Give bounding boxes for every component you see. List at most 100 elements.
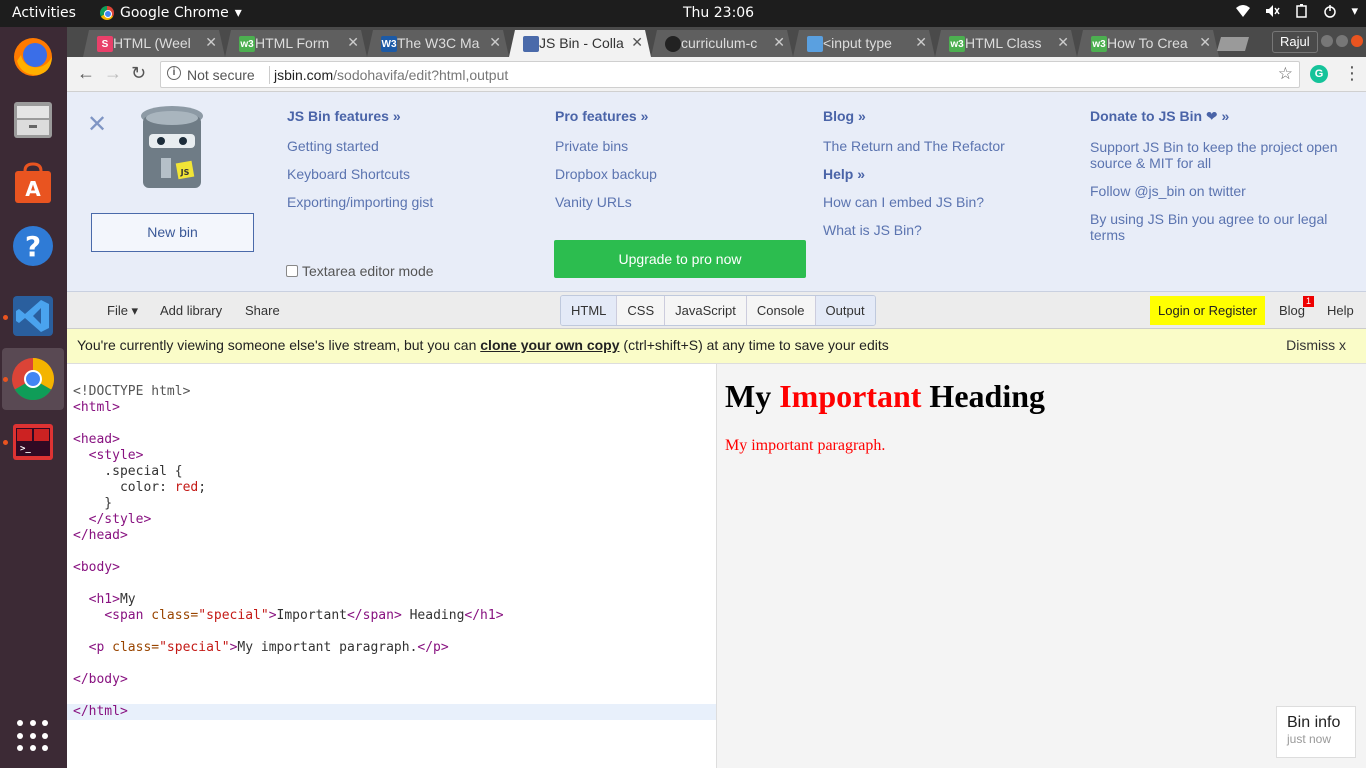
exporting-gist-link[interactable]: Exporting/importing gist: [287, 194, 433, 210]
url-text[interactable]: jsbin.com/sodohavifa/edit?html,output: [274, 67, 508, 83]
textarea-mode-checkbox[interactable]: [286, 265, 298, 277]
new-tab-button[interactable]: [1217, 37, 1249, 51]
new-bin-button[interactable]: New bin: [91, 213, 254, 252]
donate-heading[interactable]: Donate to JS Bin ❤ »: [1090, 108, 1340, 125]
share-button[interactable]: Share: [245, 303, 280, 318]
forward-icon[interactable]: →: [104, 63, 122, 84]
embed-help-link[interactable]: How can I embed JS Bin?: [823, 194, 1005, 210]
url-path: /sodohavifa/edit?html,output: [333, 67, 509, 83]
running-indicator: [3, 377, 8, 382]
clone-copy-link[interactable]: clone your own copy: [480, 337, 619, 353]
chrome-dock-icon[interactable]: [10, 356, 56, 402]
css-panel-toggle[interactable]: CSS: [617, 296, 666, 325]
battery-icon: [1295, 4, 1309, 22]
help-heading[interactable]: Help »: [823, 166, 1005, 182]
keyboard-shortcuts-link[interactable]: Keyboard Shortcuts: [287, 166, 433, 182]
code-line: </head>: [73, 528, 128, 543]
running-indicator: [3, 315, 8, 320]
jsbin-favicon-icon: [523, 36, 539, 52]
close-icon[interactable]: ✕: [205, 34, 217, 51]
software-center-icon[interactable]: A: [10, 160, 56, 206]
output-pane[interactable]: My Important Heading My important paragr…: [717, 364, 1366, 768]
browser-tab-bar: S HTML (Weel ✕ w3 HTML Form ✕ W3 The W3C…: [67, 27, 1366, 57]
code-line: .special {: [73, 464, 183, 479]
textarea-mode-toggle[interactable]: Textarea editor mode: [286, 263, 434, 279]
tab[interactable]: W3 The W3C Ma ✕: [367, 30, 509, 57]
pro-heading[interactable]: Pro features »: [555, 108, 657, 124]
minimize-icon[interactable]: [1321, 35, 1333, 47]
tab-active[interactable]: JS Bin - Colla ✕: [509, 30, 651, 57]
support-link[interactable]: Support JS Bin to keep the project open …: [1090, 139, 1340, 171]
blog-heading[interactable]: Blog »: [823, 108, 1005, 124]
close-icon[interactable]: ✕: [489, 34, 501, 51]
javascript-panel-toggle[interactable]: JavaScript: [665, 296, 747, 325]
bookmark-star-icon[interactable]: ☆: [1278, 64, 1293, 84]
help-link[interactable]: Help: [1327, 303, 1354, 318]
menu-kebab-icon[interactable]: ⋮: [1343, 63, 1361, 84]
tab-label: HTML (Weel: [113, 35, 191, 51]
close-icon[interactable]: ✕: [915, 34, 927, 51]
close-icon[interactable]: ✕: [631, 34, 643, 51]
tab[interactable]: S HTML (Weel ✕: [83, 30, 225, 57]
vanity-urls-link[interactable]: Vanity URLs: [555, 194, 657, 210]
tab[interactable]: w3 HTML Form ✕: [225, 30, 367, 57]
features-heading[interactable]: JS Bin features »: [287, 108, 433, 124]
help-icon[interactable]: ?: [10, 223, 56, 269]
clock[interactable]: Thu 23:06: [683, 5, 754, 21]
getting-started-link[interactable]: Getting started: [287, 138, 433, 154]
close-icon[interactable]: ✕: [773, 34, 785, 51]
blog-badge: 1: [1303, 296, 1314, 307]
upgrade-button[interactable]: Upgrade to pro now: [554, 240, 806, 278]
login-register-button[interactable]: Login or Register: [1150, 296, 1265, 325]
info-icon[interactable]: i: [167, 66, 181, 80]
tab-label: HTML Class: [965, 35, 1042, 51]
tab[interactable]: curriculum-c ✕: [651, 30, 793, 57]
firefox-icon[interactable]: [10, 34, 56, 80]
console-panel-toggle[interactable]: Console: [747, 296, 816, 325]
activities-button[interactable]: Activities: [12, 5, 76, 21]
system-tray[interactable]: ▾: [1235, 4, 1358, 22]
tab-label: The W3C Ma: [397, 35, 480, 51]
close-window-icon[interactable]: [1351, 35, 1363, 47]
address-bar[interactable]: i Not secure jsbin.com/sodohavifa/edit?h…: [160, 61, 1300, 88]
close-icon[interactable]: ✕: [1199, 34, 1211, 51]
dismiss-button[interactable]: Dismiss x: [1286, 337, 1346, 353]
chevron-down-icon: ▾: [234, 5, 242, 21]
close-panel-icon[interactable]: ✕: [87, 110, 107, 139]
vscode-icon[interactable]: [10, 293, 56, 339]
grammarly-extension-icon[interactable]: G: [1310, 65, 1328, 83]
show-applications-icon[interactable]: [17, 720, 49, 752]
live-stream-notice: You're currently viewing someone else's …: [67, 329, 1366, 364]
bin-info-button[interactable]: Bin info just now: [1276, 706, 1356, 758]
profile-button[interactable]: Rajul: [1272, 31, 1318, 53]
output-panel-toggle[interactable]: Output: [815, 296, 875, 325]
terminal-icon[interactable]: >_: [10, 419, 56, 465]
back-icon[interactable]: ←: [77, 63, 95, 84]
tab[interactable]: w3 HTML Class ✕: [935, 30, 1077, 57]
reload-icon[interactable]: ↻: [131, 63, 146, 84]
files-icon[interactable]: [10, 97, 56, 143]
twitter-link[interactable]: Follow @js_bin on twitter: [1090, 183, 1340, 199]
code-line: color: red;: [73, 480, 207, 495]
close-icon[interactable]: ✕: [1057, 34, 1069, 51]
tab-label: JS Bin - Colla: [539, 35, 624, 51]
html-panel-toggle[interactable]: HTML: [561, 296, 618, 325]
security-label[interactable]: Not secure: [187, 67, 255, 83]
tab-favicon-icon: w3: [239, 36, 255, 52]
file-menu[interactable]: File ▾: [107, 303, 138, 319]
blog-post-link[interactable]: The Return and The Refactor: [823, 138, 1005, 154]
close-icon[interactable]: ✕: [347, 34, 359, 51]
html-editor[interactable]: <!DOCTYPE html> <html> <head> <style> .s…: [67, 364, 717, 768]
maximize-icon[interactable]: [1336, 35, 1348, 47]
add-library-button[interactable]: Add library: [160, 303, 222, 318]
legal-terms-link[interactable]: By using JS Bin you agree to our legal t…: [1090, 211, 1340, 243]
blog-link[interactable]: Blog: [1279, 303, 1305, 318]
dropbox-backup-link[interactable]: Dropbox backup: [555, 166, 657, 182]
code-line: </style>: [88, 512, 152, 527]
app-menu[interactable]: Google Chrome ▾: [100, 5, 242, 21]
tab[interactable]: w3 How To Crea ✕: [1077, 30, 1219, 57]
tab[interactable]: <input type ✕: [793, 30, 935, 57]
private-bins-link[interactable]: Private bins: [555, 138, 657, 154]
what-is-jsbin-link[interactable]: What is JS Bin?: [823, 222, 1005, 238]
heading-text-pre: My: [725, 378, 780, 414]
